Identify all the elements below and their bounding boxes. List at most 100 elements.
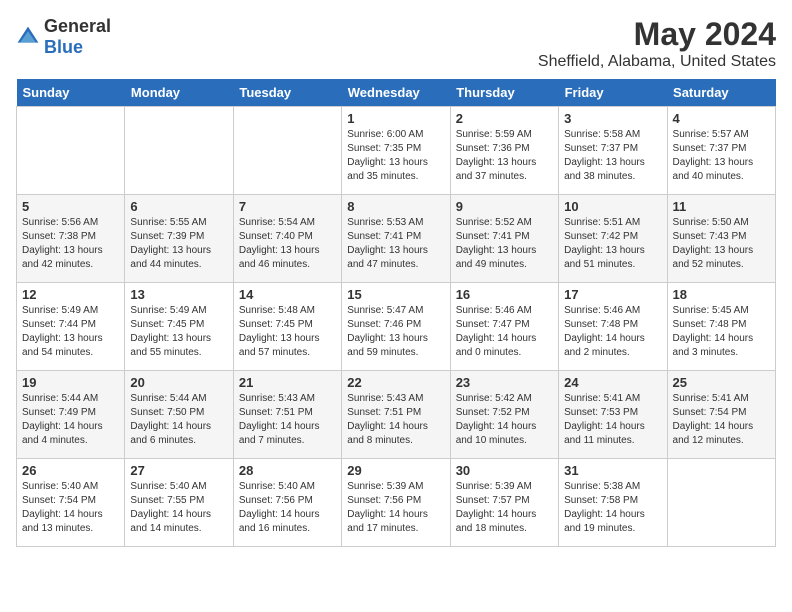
calendar-cell: 30 Sunrise: 5:39 AM Sunset: 7:57 PM Dayli… [450, 459, 558, 547]
header-saturday: Saturday [667, 79, 775, 107]
day-number: 18 [673, 287, 770, 302]
header-friday: Friday [559, 79, 667, 107]
cell-info: Sunrise: 5:41 AM Sunset: 7:54 PM Dayligh… [673, 392, 770, 448]
calendar-table: SundayMondayTuesdayWednesdayThursdayFrid… [16, 79, 776, 547]
calendar-cell: 3Sunrise: 5:58 AM Sunset: 7:37 PM Daylig… [559, 107, 667, 195]
header-sunday: Sunday [17, 79, 125, 107]
calendar-cell: 9Sunrise: 5:52 AM Sunset: 7:41 PM Daylig… [450, 195, 558, 283]
day-number: 28 [239, 463, 336, 478]
calendar-cell: 19Sunrise: 5:44 AM Sunset: 7:49 PM Dayli… [17, 371, 125, 459]
calendar-cell: 10 Sunrise: 5:51 AM Sunset: 7:42 PM Dayli… [559, 195, 667, 283]
week-row-2: 12 Sunrise: 5:49 AM Sunset: 7:44 PM Dayli… [17, 283, 776, 371]
calendar-cell: 4Sunrise: 5:57 AM Sunset: 7:37 PM Daylig… [667, 107, 775, 195]
calendar-cell [125, 107, 233, 195]
cell-info: Sunrise: 5:39 AM Sunset: 7:57 PM Dayligh… [456, 480, 553, 536]
week-row-3: 19Sunrise: 5:44 AM Sunset: 7:49 PM Dayli… [17, 371, 776, 459]
calendar-cell: 25 Sunrise: 5:41 AM Sunset: 7:54 PM Dayli… [667, 371, 775, 459]
day-number: 6 [130, 199, 227, 214]
calendar-cell: 20 Sunrise: 5:44 AM Sunset: 7:50 PM Dayli… [125, 371, 233, 459]
day-number: 24 [564, 375, 661, 390]
cell-info: Sunrise: 5:47 AM Sunset: 7:46 PM Dayligh… [347, 304, 444, 360]
cell-info: Sunrise: 5:50 AM Sunset: 7:43 PM Dayligh… [673, 216, 770, 272]
cell-info: Sunrise: 5:40 AM Sunset: 7:56 PM Dayligh… [239, 480, 336, 536]
calendar-cell: 23 Sunrise: 5:42 AM Sunset: 7:52 PM Dayli… [450, 371, 558, 459]
day-number: 27 [130, 463, 227, 478]
calendar-cell: 31Sunrise: 5:38 AM Sunset: 7:58 PM Dayli… [559, 459, 667, 547]
day-number: 22 [347, 375, 444, 390]
header-row: SundayMondayTuesdayWednesdayThursdayFrid… [17, 79, 776, 107]
day-number: 13 [130, 287, 227, 302]
calendar-cell: 27 Sunrise: 5:40 AM Sunset: 7:55 PM Dayli… [125, 459, 233, 547]
day-number: 7 [239, 199, 336, 214]
calendar-cell: 12 Sunrise: 5:49 AM Sunset: 7:44 PM Dayli… [17, 283, 125, 371]
calendar-cell [667, 459, 775, 547]
day-number: 30 [456, 463, 553, 478]
calendar-cell: 26 Sunrise: 5:40 AM Sunset: 7:54 PM Dayli… [17, 459, 125, 547]
logo-text: General Blue [44, 16, 111, 58]
cell-info: Sunrise: 6:00 AM Sunset: 7:35 PM Dayligh… [347, 128, 444, 184]
calendar-cell: 11Sunrise: 5:50 AM Sunset: 7:43 PM Dayli… [667, 195, 775, 283]
cell-info: Sunrise: 5:57 AM Sunset: 7:37 PM Dayligh… [673, 128, 770, 184]
main-title: May 2024 [538, 16, 776, 53]
day-number: 5 [22, 199, 119, 214]
calendar-cell: 7 Sunrise: 5:54 AM Sunset: 7:40 PM Daylig… [233, 195, 341, 283]
cell-info: Sunrise: 5:45 AM Sunset: 7:48 PM Dayligh… [673, 304, 770, 360]
cell-info: Sunrise: 5:40 AM Sunset: 7:54 PM Dayligh… [22, 480, 119, 536]
cell-info: Sunrise: 5:39 AM Sunset: 7:56 PM Dayligh… [347, 480, 444, 536]
day-number: 23 [456, 375, 553, 390]
calendar-cell: 5 Sunrise: 5:56 AM Sunset: 7:38 PM Daylig… [17, 195, 125, 283]
logo-blue: Blue [44, 37, 83, 57]
calendar-cell: 8 Sunrise: 5:53 AM Sunset: 7:41 PM Daylig… [342, 195, 450, 283]
calendar-cell: 15Sunrise: 5:47 AM Sunset: 7:46 PM Dayli… [342, 283, 450, 371]
cell-info: Sunrise: 5:42 AM Sunset: 7:52 PM Dayligh… [456, 392, 553, 448]
day-number: 20 [130, 375, 227, 390]
cell-info: Sunrise: 5:46 AM Sunset: 7:48 PM Dayligh… [564, 304, 661, 360]
calendar-cell: 13 Sunrise: 5:49 AM Sunset: 7:45 PM Dayli… [125, 283, 233, 371]
header-wednesday: Wednesday [342, 79, 450, 107]
cell-info: Sunrise: 5:49 AM Sunset: 7:45 PM Dayligh… [130, 304, 227, 360]
day-number: 3 [564, 111, 661, 126]
calendar-cell: 28 Sunrise: 5:40 AM Sunset: 7:56 PM Dayli… [233, 459, 341, 547]
day-number: 31 [564, 463, 661, 478]
calendar-cell: 29Sunrise: 5:39 AM Sunset: 7:56 PM Dayli… [342, 459, 450, 547]
cell-info: Sunrise: 5:49 AM Sunset: 7:44 PM Dayligh… [22, 304, 119, 360]
cell-info: Sunrise: 5:41 AM Sunset: 7:53 PM Dayligh… [564, 392, 661, 448]
cell-info: Sunrise: 5:48 AM Sunset: 7:45 PM Dayligh… [239, 304, 336, 360]
day-number: 25 [673, 375, 770, 390]
calendar-cell: 18 Sunrise: 5:45 AM Sunset: 7:48 PM Dayli… [667, 283, 775, 371]
calendar-cell: 21 Sunrise: 5:43 AM Sunset: 7:51 PM Dayli… [233, 371, 341, 459]
logo: General Blue [16, 16, 111, 58]
calendar-cell [233, 107, 341, 195]
week-row-1: 5 Sunrise: 5:56 AM Sunset: 7:38 PM Daylig… [17, 195, 776, 283]
cell-info: Sunrise: 5:43 AM Sunset: 7:51 PM Dayligh… [347, 392, 444, 448]
cell-info: Sunrise: 5:54 AM Sunset: 7:40 PM Dayligh… [239, 216, 336, 272]
subtitle: Sheffield, Alabama, United States [538, 53, 776, 71]
cell-info: Sunrise: 5:46 AM Sunset: 7:47 PM Dayligh… [456, 304, 553, 360]
calendar-cell: 24 Sunrise: 5:41 AM Sunset: 7:53 PM Dayli… [559, 371, 667, 459]
cell-info: Sunrise: 5:53 AM Sunset: 7:41 PM Dayligh… [347, 216, 444, 272]
cell-info: Sunrise: 5:56 AM Sunset: 7:38 PM Dayligh… [22, 216, 119, 272]
day-number: 8 [347, 199, 444, 214]
calendar-cell: 16Sunrise: 5:46 AM Sunset: 7:47 PM Dayli… [450, 283, 558, 371]
header-thursday: Thursday [450, 79, 558, 107]
cell-info: Sunrise: 5:44 AM Sunset: 7:50 PM Dayligh… [130, 392, 227, 448]
header-tuesday: Tuesday [233, 79, 341, 107]
calendar-cell: 14 Sunrise: 5:48 AM Sunset: 7:45 PM Dayli… [233, 283, 341, 371]
week-row-4: 26 Sunrise: 5:40 AM Sunset: 7:54 PM Dayli… [17, 459, 776, 547]
logo-general: General [44, 16, 111, 36]
cell-info: Sunrise: 5:44 AM Sunset: 7:49 PM Dayligh… [22, 392, 119, 448]
day-number: 21 [239, 375, 336, 390]
header: General Blue May 2024 Sheffield, Alabama… [16, 16, 776, 71]
cell-info: Sunrise: 5:59 AM Sunset: 7:36 PM Dayligh… [456, 128, 553, 184]
calendar-cell: 6Sunrise: 5:55 AM Sunset: 7:39 PM Daylig… [125, 195, 233, 283]
day-number: 12 [22, 287, 119, 302]
day-number: 14 [239, 287, 336, 302]
day-number: 1 [347, 111, 444, 126]
cell-info: Sunrise: 5:51 AM Sunset: 7:42 PM Dayligh… [564, 216, 661, 272]
cell-info: Sunrise: 5:40 AM Sunset: 7:55 PM Dayligh… [130, 480, 227, 536]
day-number: 10 [564, 199, 661, 214]
header-monday: Monday [125, 79, 233, 107]
cell-info: Sunrise: 5:43 AM Sunset: 7:51 PM Dayligh… [239, 392, 336, 448]
day-number: 26 [22, 463, 119, 478]
calendar-cell: 22 Sunrise: 5:43 AM Sunset: 7:51 PM Dayli… [342, 371, 450, 459]
